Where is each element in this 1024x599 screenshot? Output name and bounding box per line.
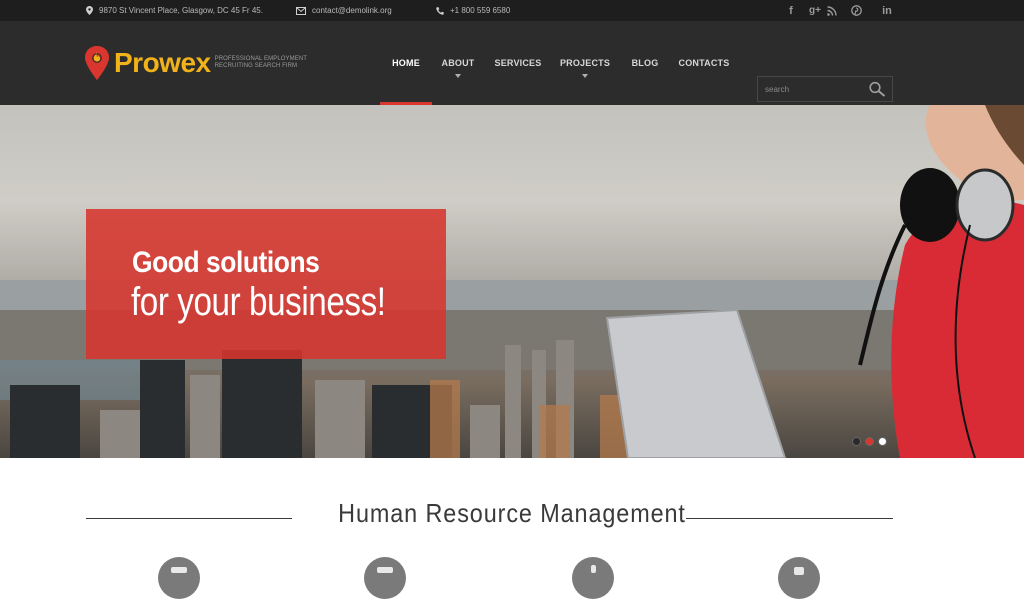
nav-item-about[interactable]: ABOUT xyxy=(437,21,479,105)
logo[interactable]: Prowex PROFESSIONAL EMPLOYMENT RECRUITIN… xyxy=(84,45,307,81)
section-title: Human Resource Management xyxy=(338,498,686,528)
nav-item-services[interactable]: SERVICES xyxy=(494,21,542,105)
slider-dot[interactable] xyxy=(852,437,861,446)
service-circle-icon[interactable] xyxy=(158,557,200,599)
phone-info: +1 800 559 6580 xyxy=(436,0,510,21)
search-input[interactable] xyxy=(758,77,858,101)
chevron-down-icon xyxy=(582,74,588,78)
service-circle-icon[interactable] xyxy=(572,557,614,599)
nav-item-blog[interactable]: BLOG xyxy=(629,21,661,105)
logo-tagline: PROFESSIONAL EMPLOYMENT RECRUITING SEARC… xyxy=(214,56,308,69)
address-text: 9870 St Vincent Place, Glasgow, DC 45 Fr… xyxy=(99,6,263,15)
email-link[interactable]: contact@demolink.org xyxy=(312,6,392,15)
service-circle-icon[interactable] xyxy=(778,557,820,599)
facebook-icon[interactable]: f xyxy=(779,5,803,17)
email-info[interactable]: contact@demolink.org xyxy=(296,0,392,21)
phone-icon xyxy=(436,6,444,15)
search-box xyxy=(757,76,893,102)
chevron-down-icon xyxy=(455,74,461,78)
search-icon[interactable] xyxy=(868,81,886,97)
hero-headline-line2: for your business! xyxy=(131,280,386,324)
google-plus-icon[interactable]: g+ xyxy=(803,5,827,16)
linkedin-icon[interactable]: in xyxy=(875,5,899,17)
logo-pin-icon xyxy=(84,45,112,81)
service-circle-icon[interactable] xyxy=(364,557,406,599)
phone-text: +1 800 559 6580 xyxy=(450,6,511,15)
hero-headline-line1: Good solutions xyxy=(132,246,320,279)
slider-dot-active[interactable] xyxy=(865,437,874,446)
nav-item-home[interactable]: HOME xyxy=(380,21,432,105)
logo-text: Prowex xyxy=(114,47,211,78)
social-links: f g+ in xyxy=(779,0,899,21)
nav-item-projects[interactable]: PROJECTS xyxy=(560,21,610,105)
rss-icon[interactable] xyxy=(827,5,851,16)
slider-dot[interactable] xyxy=(878,437,887,446)
pinterest-icon[interactable] xyxy=(851,5,875,16)
slider-pagination xyxy=(852,437,887,446)
top-bar: 9870 St Vincent Place, Glasgow, DC 45 Fr… xyxy=(0,0,1024,21)
envelope-icon xyxy=(296,6,306,15)
address-info: 9870 St Vincent Place, Glasgow, DC 45 Fr… xyxy=(86,0,263,21)
map-pin-icon xyxy=(86,6,93,15)
nav-item-contacts[interactable]: CONTACTS xyxy=(679,21,730,105)
